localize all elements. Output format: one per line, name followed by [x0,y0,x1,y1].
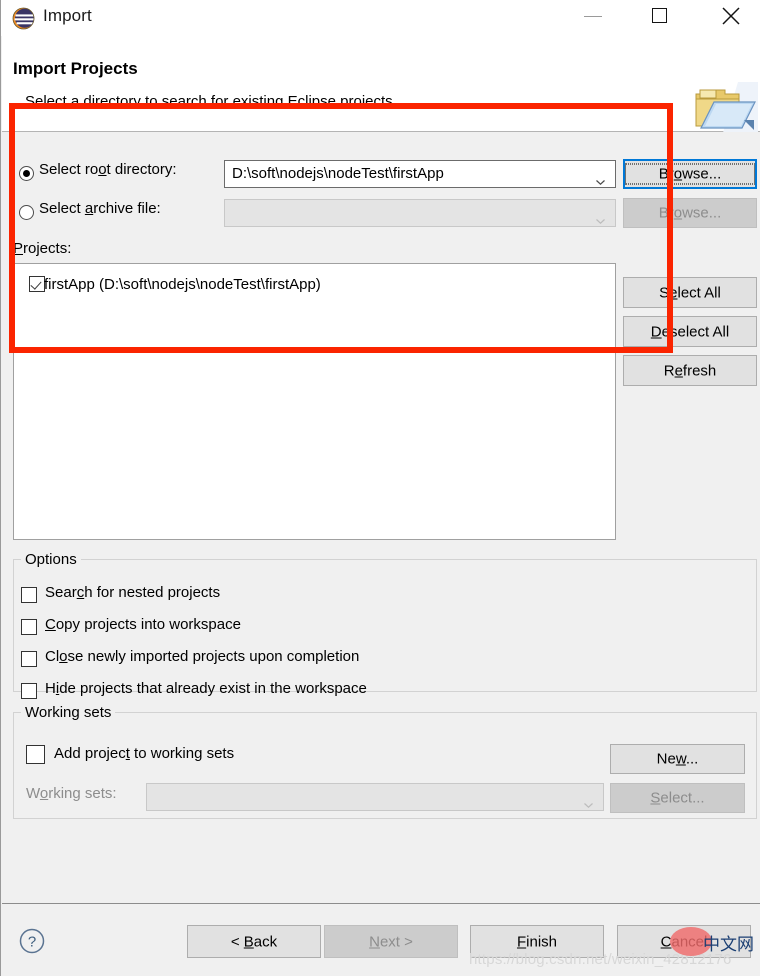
select-working-set-button: Select... [610,783,745,813]
title-bar: Import [1,0,760,36]
dialog-body: Select root directory: D:\soft\nodejs\no… [2,132,760,903]
chevron-down-icon [596,172,605,186]
chevron-down-icon [584,795,593,809]
select-all-label: Select All [659,284,721,301]
next-label: Next > [369,933,413,950]
back-button[interactable]: < Back [187,925,321,958]
radio-select-archive-file[interactable] [19,205,34,220]
label-close-newly-imported: Close newly imported projects upon compl… [45,648,360,665]
watermark-logo-text: 中文网 [703,935,754,954]
checkbox-close-newly-imported[interactable] [21,651,37,667]
close-button[interactable] [710,0,756,32]
working-sets-combo [146,783,604,811]
page-title: Import Projects [13,59,138,78]
checkbox-hide-existing-projects[interactable] [21,683,37,699]
back-label: < Back [230,933,278,950]
working-sets-group-title: Working sets [21,704,116,721]
minimize-icon [584,16,602,17]
refresh-label: Refresh [663,362,717,379]
browse-root-directory-label: Browse... [625,163,755,185]
label-working-sets-combo: Working sets: [26,785,117,802]
select-all-button[interactable]: Select All [623,277,757,308]
select-working-set-label: Select... [650,789,705,807]
browse-root-directory-button[interactable]: Browse... [623,159,757,189]
label-add-project-to-working-sets: Add project to working sets [54,745,235,762]
label-copy-projects-into-workspace: Copy projects into workspace [45,616,241,633]
page-subtitle: Select a directory to search for existin… [25,93,397,110]
label-projects: Projects: [13,240,72,257]
checkbox-search-nested-projects[interactable] [21,587,37,603]
browse-archive-file-button: Browse... [623,198,757,228]
options-group-title: Options [21,551,81,568]
browse-archive-file-label: Browse... [658,204,722,222]
label-hide-existing-projects: Hide projects that already exist in the … [45,680,367,697]
project-label: firstApp (D:\soft\nodejs\nodeTest\firstA… [44,276,321,293]
svg-text:?: ? [28,934,36,951]
wizard-header: Import Projects Select a directory to se… [2,36,760,136]
help-question-icon[interactable]: ? [19,928,45,954]
maximize-icon [652,8,667,23]
maximize-button[interactable] [639,0,685,32]
projects-list[interactable]: firstApp (D:\soft\nodejs\nodeTest\firstA… [13,263,616,540]
deselect-all-button[interactable]: Deselect All [623,316,757,347]
next-button: Next > [324,925,458,958]
import-folder-icon [692,80,758,136]
root-directory-combo[interactable]: D:\soft\nodejs\nodeTest\firstApp [224,160,616,188]
project-checkbox[interactable] [29,276,45,292]
label-search-nested-projects: Search for nested projects [45,584,221,601]
label-select-archive-file: Select archive file: [39,200,161,217]
close-icon [722,7,740,25]
label-select-root-directory: Select root directory: [39,161,177,178]
radio-select-root-directory[interactable] [19,166,34,181]
archive-file-combo [224,199,616,227]
minimize-button[interactable] [571,0,617,32]
new-working-set-button[interactable]: New... [610,744,745,774]
checkbox-copy-projects-into-workspace[interactable] [21,619,37,635]
root-directory-value: D:\soft\nodejs\nodeTest\firstApp [232,165,444,182]
import-projects-dialog: Import Import Projects Select a director… [0,0,760,976]
chevron-down-icon [596,211,605,225]
new-working-set-label: New... [656,750,699,768]
refresh-button[interactable]: Refresh [623,355,757,386]
checkbox-add-project-to-working-sets[interactable] [26,745,45,764]
window-title: Import [43,6,92,25]
eclipse-logo-icon [12,7,35,30]
deselect-all-label: Deselect All [650,323,730,340]
finish-label: Finish [516,933,558,950]
